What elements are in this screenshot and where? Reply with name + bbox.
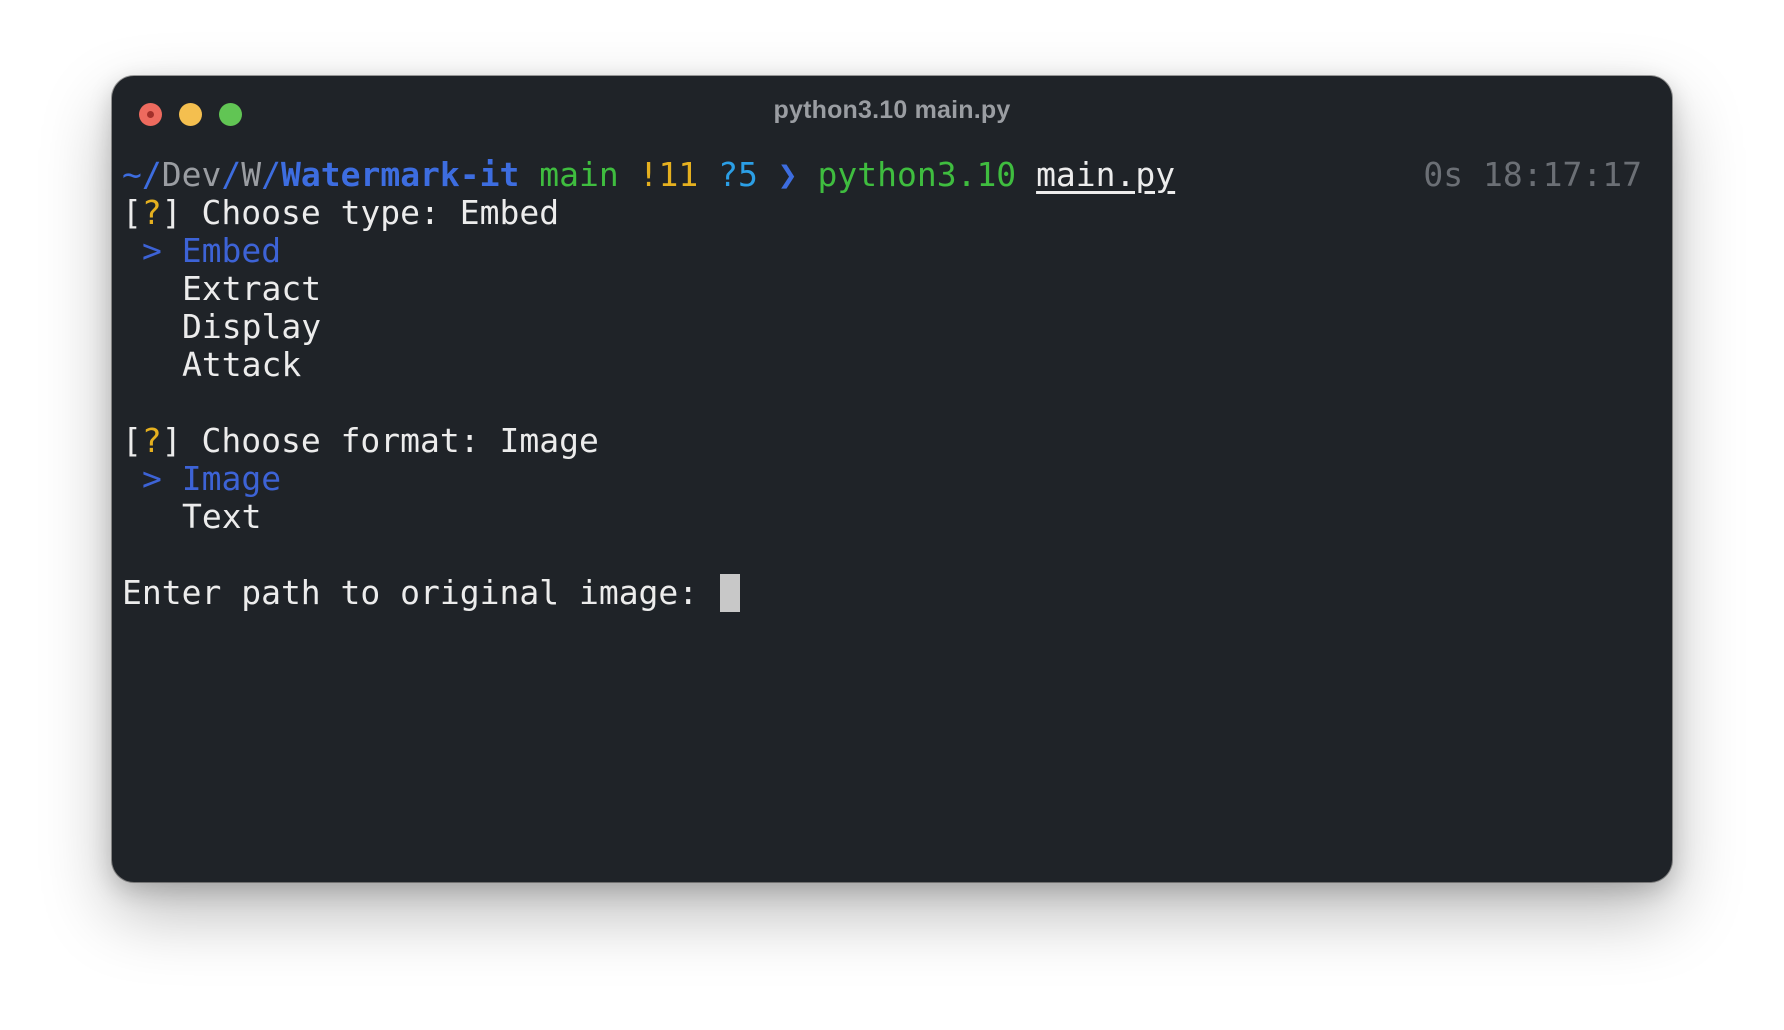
option-label: Display xyxy=(182,307,322,346)
path-w: W xyxy=(241,155,262,194)
question-format: [?] Choose format: Image xyxy=(122,422,1642,460)
option-item[interactable]: Extract xyxy=(122,270,1642,308)
path-input-line[interactable]: Enter path to original image: xyxy=(122,574,1642,612)
terminal-output[interactable]: ~/Dev/W/Watermark-it main !11 ?5 ❯ pytho… xyxy=(122,156,1642,612)
option-item[interactable]: Text xyxy=(122,498,1642,536)
path-dev: Dev xyxy=(161,155,222,194)
selection-pointer-icon: > xyxy=(142,231,182,270)
title-bar[interactable]: python3.10 main.py xyxy=(112,76,1672,148)
bracket-open: [ xyxy=(122,193,142,232)
git-branch: main xyxy=(539,155,619,194)
command-duration: 0s xyxy=(1423,155,1464,194)
command-interpreter: python3.10 xyxy=(817,155,1017,194)
option-label: Attack xyxy=(182,345,302,384)
prompt-right-meta: 0s 18:17:17 xyxy=(1423,156,1642,194)
git-modified-count: !11 xyxy=(638,155,699,194)
option-label: Embed xyxy=(181,231,282,270)
option-label: Extract xyxy=(182,269,322,308)
option-selected[interactable]: > Image xyxy=(122,460,1642,498)
option-label: Text xyxy=(182,497,262,536)
option-selected[interactable]: > Embed xyxy=(122,232,1642,270)
bracket-open: [ xyxy=(122,421,142,460)
bracket-close: ] xyxy=(161,193,182,232)
question-text: Choose type: xyxy=(181,193,460,232)
bracket-close: ] xyxy=(161,421,182,460)
window-title: python3.10 main.py xyxy=(773,96,1011,124)
command-argument: main.py xyxy=(1036,155,1176,194)
option-item[interactable]: Display xyxy=(122,308,1642,346)
path-separator: / xyxy=(261,155,281,194)
path-home: ~/ xyxy=(122,155,162,194)
prompt-arrow-icon: ❯ xyxy=(777,155,798,194)
input-label: Enter path to original image: xyxy=(122,573,719,612)
path-separator: / xyxy=(221,155,242,194)
option-item[interactable]: Attack xyxy=(122,346,1642,384)
selection-pointer-icon: > xyxy=(142,459,182,498)
shell-prompt-line: ~/Dev/W/Watermark-it main !11 ?5 ❯ pytho… xyxy=(122,156,1642,194)
path-repo: Watermark-it xyxy=(280,155,520,194)
terminal-window[interactable]: python3.10 main.py ~/Dev/W/Watermark-it … xyxy=(112,76,1672,882)
question-mark: ? xyxy=(141,421,162,460)
question-type: [?] Choose type: Embed xyxy=(122,194,1642,232)
question-answer: Image xyxy=(499,421,599,460)
question-answer: Embed xyxy=(459,193,560,232)
option-label: Image xyxy=(181,459,282,498)
prompt-time: 18:17:17 xyxy=(1483,155,1642,194)
question-mark: ? xyxy=(141,193,162,232)
desktop-background: python3.10 main.py ~/Dev/W/Watermark-it … xyxy=(0,0,1784,1030)
git-untracked-count: ?5 xyxy=(718,155,758,194)
text-cursor xyxy=(720,574,741,612)
question-text: Choose format: xyxy=(181,421,500,460)
